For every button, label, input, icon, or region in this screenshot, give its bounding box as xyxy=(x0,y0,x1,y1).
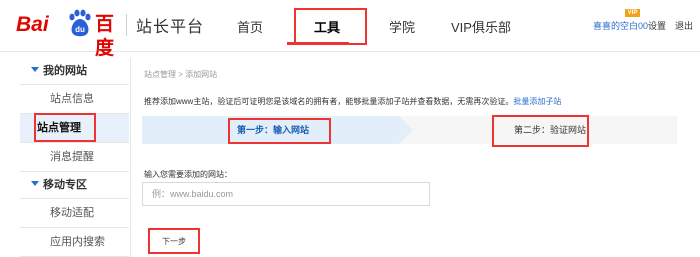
logout-link[interactable]: 退出 xyxy=(675,19,693,32)
step-indicator: 第一步：输入网站 第二步：验证网站 xyxy=(142,116,677,144)
add-site-notice: 推荐添加www主站，验证后可证明您是该域名的拥有者，能够批量添加子站并查看数据，… xyxy=(144,96,561,107)
tools-highlight-box xyxy=(294,8,367,45)
batch-add-subsites-link[interactable]: 批量添加子站 xyxy=(513,97,561,106)
baidu-paw-icon: du xyxy=(69,9,91,37)
sidebar-item-mobile-adaptation[interactable]: 移动适配 xyxy=(20,199,129,228)
sidebar-item-in-app-search[interactable]: 应用内搜索 xyxy=(20,228,129,257)
logo-baidu-cn-text: 百度 xyxy=(95,14,115,59)
top-header: Bai du 百度 站长平台 首页 工具 学院 VIP俱乐部 喜喜的空白00 V… xyxy=(0,0,700,59)
tools-active-underline xyxy=(287,42,349,45)
next-step-button[interactable]: 下一步 xyxy=(148,228,200,254)
sidebar-item-messages[interactable]: 消息提醒 xyxy=(20,143,129,172)
sidebar-section-title: 移动专区 xyxy=(43,179,87,191)
sidebar-section-title: 我的网站 xyxy=(43,65,87,77)
sidebar-section-mobile[interactable]: 移动专区 xyxy=(20,172,129,199)
main-content: 站点管理 > 添加网站 推荐添加www主站，验证后可证明您是该域名的拥有者，能够… xyxy=(130,58,700,257)
breadcrumb: 站点管理 > 添加网站 xyxy=(144,70,218,79)
logo-divider xyxy=(126,14,127,36)
triangle-down-icon xyxy=(31,67,39,72)
site-url-input[interactable] xyxy=(142,182,430,206)
vip-badge: VIP xyxy=(625,9,640,17)
notice-text: 推荐添加www主站，验证后可证明您是该域名的拥有者，能够批量添加子站并查看数据，… xyxy=(144,97,514,106)
baidu-logo[interactable]: Bai du 百度 xyxy=(16,9,120,59)
sidebar: 我的网站 站点信息 站点管理 消息提醒 移动专区 移动适配 应用内搜索 xyxy=(20,58,129,257)
user-name-link[interactable]: 喜喜的空白00 xyxy=(593,19,648,32)
logo-bai-text: Bai xyxy=(16,13,49,36)
url-field-label: 输入您需要添加的网站： xyxy=(144,170,232,179)
sidebar-item-site-info[interactable]: 站点信息 xyxy=(20,85,129,114)
site-management-highlight-box xyxy=(34,113,96,142)
logo-du-text: du xyxy=(75,25,85,34)
nav-home[interactable]: 首页 xyxy=(237,17,263,36)
nav-vip-club[interactable]: VIP俱乐部 xyxy=(451,17,511,36)
settings-link[interactable]: 设置 xyxy=(648,19,666,32)
site-title: 站长平台 xyxy=(136,19,205,36)
step-1-highlight-box xyxy=(228,118,331,144)
nav-academy[interactable]: 学院 xyxy=(389,17,415,36)
triangle-down-icon xyxy=(31,181,39,186)
step-2-highlight-box xyxy=(492,115,589,147)
sidebar-section-my-sites[interactable]: 我的网站 xyxy=(20,58,129,85)
step-arrow xyxy=(399,116,413,144)
